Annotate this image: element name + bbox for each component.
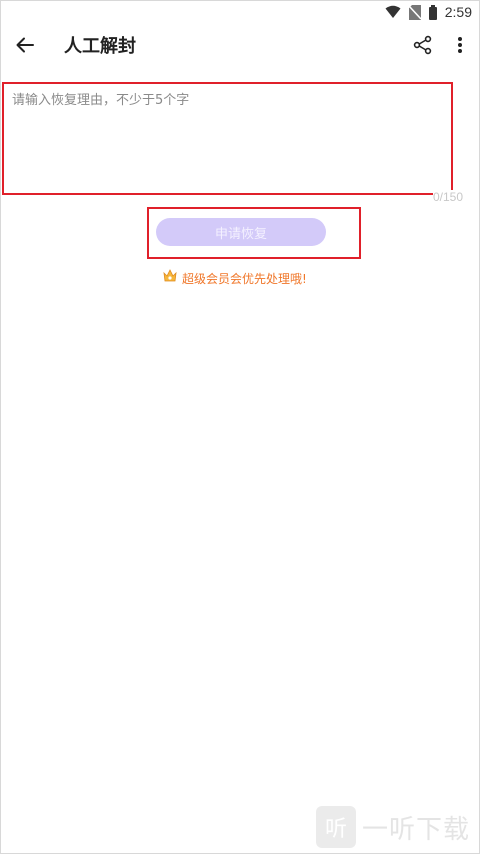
reason-input[interactable] (12, 92, 443, 185)
page-title: 人工解封 (64, 36, 136, 57)
vip-tip: 超级会员会优先处理哦! (162, 268, 307, 288)
battery-icon (428, 4, 437, 20)
watermark: 听 一听下载 (316, 806, 470, 848)
more-options-button[interactable] (450, 34, 470, 60)
vip-tip-text: 超级会员会优先处理哦! (182, 271, 307, 286)
watermark-logo: 听 (316, 806, 356, 848)
submit-restore-button[interactable]: 申请恢复 (156, 218, 326, 246)
character-counter: 0/150 (433, 190, 464, 204)
status-bar: 2:59 (0, 0, 480, 24)
more-vertical-icon (457, 36, 463, 58)
arrow-left-icon (16, 37, 34, 57)
wifi-icon (385, 5, 401, 19)
back-button[interactable] (12, 34, 38, 60)
submit-button-highlight: 申请恢复 (147, 207, 361, 259)
share-icon (413, 35, 433, 59)
top-app-bar: 人工解封 (0, 24, 480, 70)
watermark-logo-char: 听 (324, 817, 347, 842)
share-button[interactable] (410, 34, 436, 60)
no-sim-icon (408, 4, 421, 20)
vip-crown-icon (162, 268, 178, 288)
watermark-text: 一听下载 (362, 814, 471, 845)
reason-input-highlight (2, 82, 453, 195)
status-clock: 2:59 (444, 4, 472, 20)
